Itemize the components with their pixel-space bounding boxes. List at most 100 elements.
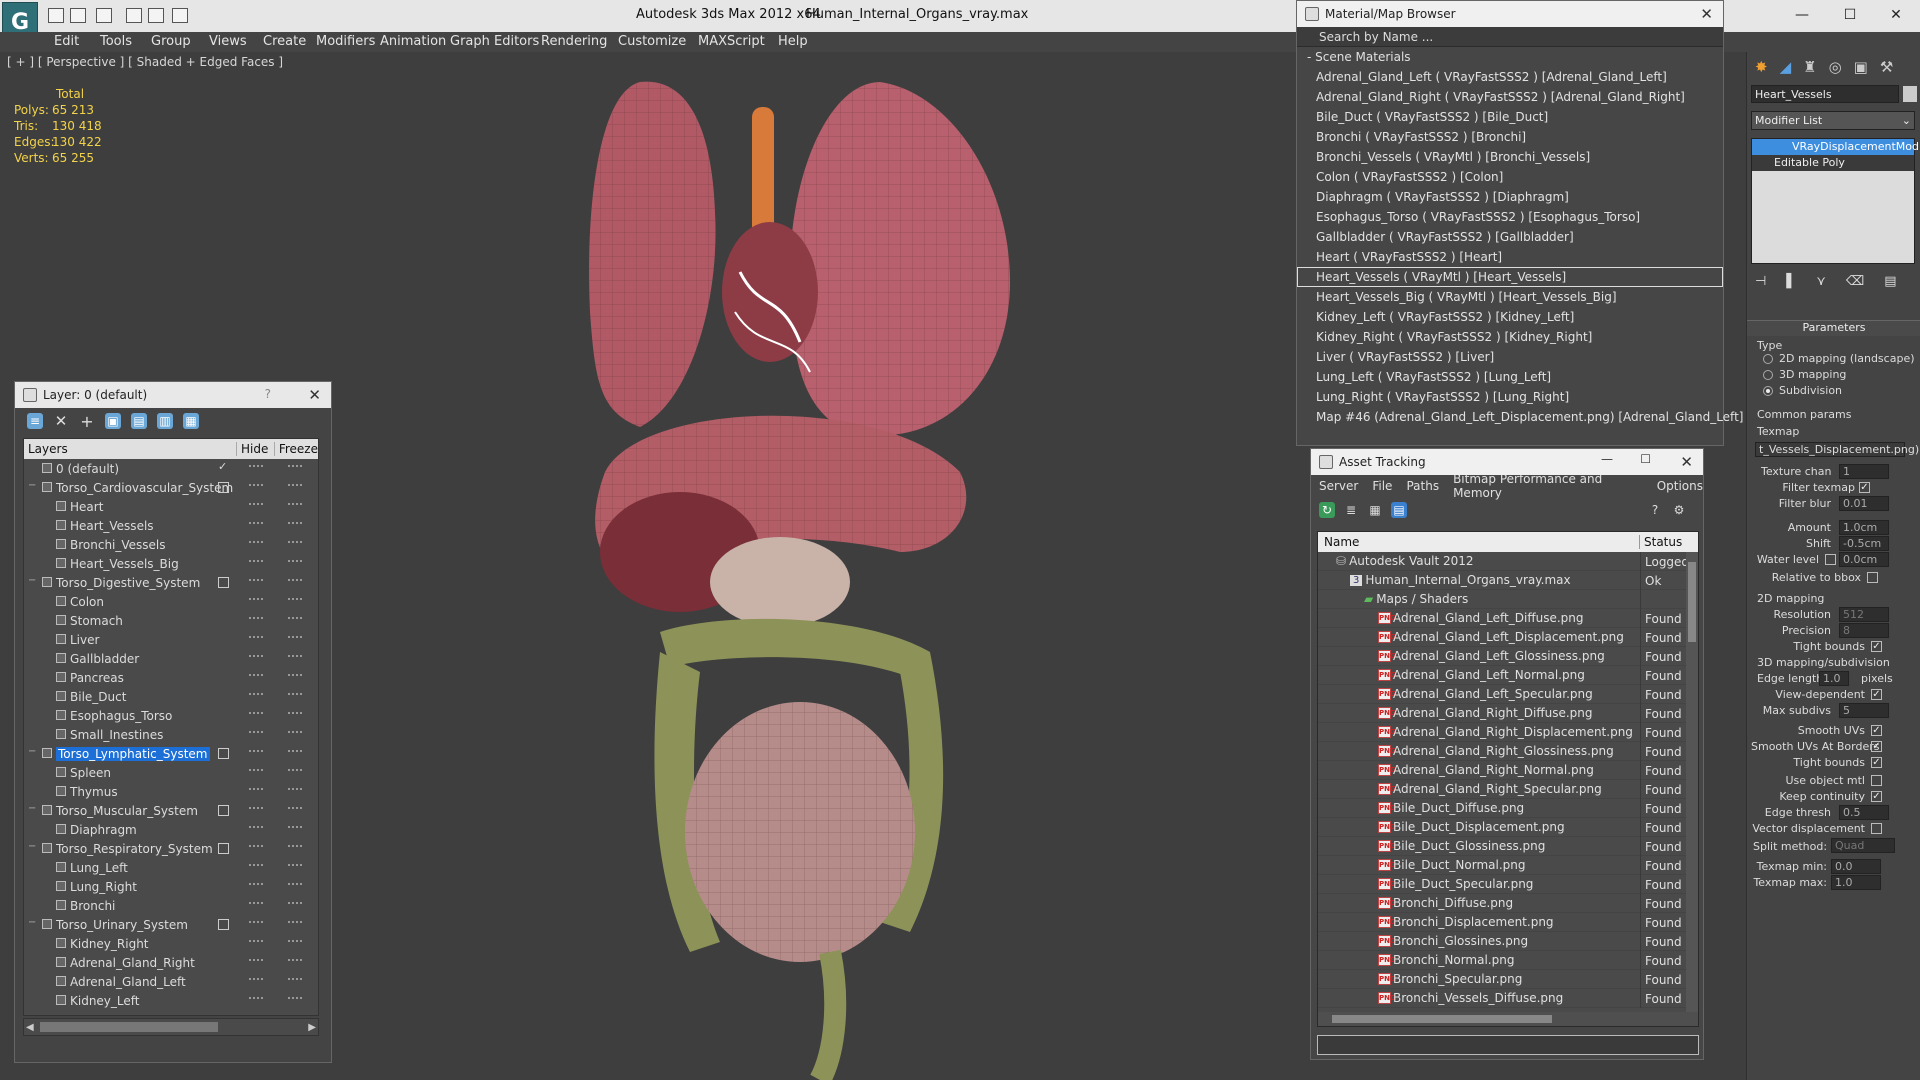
- layer-row[interactable]: Small_Inestines: [24, 725, 318, 744]
- menu-rendering[interactable]: Rendering: [541, 34, 607, 49]
- asset-row[interactable]: ▰ Maps / Shaders: [1318, 590, 1698, 609]
- asset-row[interactable]: PNG Adrenal_Gland_Left_Displacement.png Fo…: [1318, 628, 1698, 647]
- freeze-toggle[interactable]: [288, 731, 302, 733]
- save-file-icon[interactable]: [96, 8, 112, 23]
- layer-row[interactable]: 0 (default) ✓: [24, 459, 318, 478]
- menu-help[interactable]: Help: [778, 34, 808, 49]
- hide-all-layers-icon[interactable]: ▥: [157, 413, 173, 429]
- asset-row[interactable]: PNG Bronchi_Glossines.png Found: [1318, 932, 1698, 951]
- freeze-all-layers-icon[interactable]: ▦: [183, 413, 199, 429]
- freeze-toggle[interactable]: [288, 617, 302, 619]
- material-item[interactable]: Bronchi ( VRayFastSSS2 ) [Bronchi]: [1297, 127, 1723, 147]
- table-view-icon[interactable]: ▤: [1391, 502, 1407, 518]
- collapse-icon[interactable]: −: [28, 841, 36, 852]
- collapse-icon[interactable]: −: [28, 480, 36, 491]
- edge-thresh-spinner[interactable]: 0.5: [1839, 805, 1889, 820]
- layer-dialog-titlebar[interactable]: Layer: 0 (default) ? ✕: [15, 382, 331, 408]
- layer-row[interactable]: − Torso_Muscular_System: [24, 801, 318, 820]
- hide-toggle[interactable]: [249, 503, 263, 505]
- asset-row[interactable]: PNG Adrenal_Gland_Left_Glossiness.png Foun…: [1318, 647, 1698, 666]
- layer-row[interactable]: Diaphragm: [24, 820, 318, 839]
- show-end-result-icon[interactable]: ▌: [1786, 274, 1796, 289]
- radio-2d-mapping[interactable]: [1763, 354, 1773, 364]
- hide-toggle[interactable]: [249, 750, 263, 752]
- layer-row[interactable]: Adrenal_Gland_Left: [24, 972, 318, 991]
- list-view-icon[interactable]: ≣: [1343, 502, 1359, 518]
- maximize-icon[interactable]: ☐: [1828, 0, 1872, 30]
- asset-menu-server[interactable]: Server: [1319, 479, 1358, 493]
- col-freeze[interactable]: Freeze: [275, 442, 318, 456]
- filter-texmap-checkbox[interactable]: ✓: [1859, 482, 1870, 493]
- hide-toggle[interactable]: [249, 598, 263, 600]
- search-by-name-input[interactable]: Search by Name ...: [1297, 27, 1723, 47]
- material-browser-titlebar[interactable]: Material/Map Browser ✕: [1297, 1, 1723, 27]
- radio-subdivision[interactable]: [1763, 386, 1773, 396]
- freeze-toggle[interactable]: [288, 503, 302, 505]
- freeze-toggle[interactable]: [288, 864, 302, 866]
- asset-tracking-titlebar[interactable]: Asset Tracking — ☐ ✕: [1311, 449, 1703, 475]
- maximize-icon[interactable]: ☐: [1640, 452, 1651, 466]
- display-tab-icon[interactable]: ▣: [1854, 58, 1868, 76]
- set-current-layer-box[interactable]: [218, 482, 229, 493]
- set-current-layer-box[interactable]: [218, 748, 229, 759]
- texture-chan-spinner[interactable]: 1: [1839, 464, 1889, 479]
- layer-row[interactable]: Colon: [24, 592, 318, 611]
- asset-row[interactable]: PNG Bile_Duct_Normal.png Found: [1318, 856, 1698, 875]
- create-tab-icon[interactable]: ✸: [1755, 58, 1768, 76]
- layer-row[interactable]: − Torso_Respiratory_System: [24, 839, 318, 858]
- menu-group[interactable]: Group: [151, 34, 191, 49]
- hide-toggle[interactable]: [249, 712, 263, 714]
- hide-toggle[interactable]: [249, 978, 263, 980]
- asset-row[interactable]: PNG Bronchi_Displacement.png Found: [1318, 913, 1698, 932]
- set-current-layer-box[interactable]: [218, 805, 229, 816]
- precision-spinner[interactable]: 8: [1839, 623, 1889, 638]
- scroll-right-icon[interactable]: ▶: [308, 1022, 316, 1033]
- hide-toggle[interactable]: [249, 693, 263, 695]
- hide-toggle[interactable]: [249, 959, 263, 961]
- material-item[interactable]: Diaphragm ( VRayFastSSS2 ) [Diaphragm]: [1297, 187, 1723, 207]
- asset-row[interactable]: 3 Human_Internal_Organs_vray.max Ok: [1318, 571, 1698, 590]
- asset-row[interactable]: PNG Bronchi_Normal.png Found: [1318, 951, 1698, 970]
- asset-menu-paths[interactable]: Paths: [1406, 479, 1439, 493]
- hide-toggle[interactable]: [249, 788, 263, 790]
- freeze-toggle[interactable]: [288, 978, 302, 980]
- layer-row[interactable]: Spleen: [24, 763, 318, 782]
- freeze-toggle[interactable]: [288, 845, 302, 847]
- layer-row[interactable]: Heart_Vessels_Big: [24, 554, 318, 573]
- layer-row[interactable]: Thymus: [24, 782, 318, 801]
- layer-row[interactable]: Esophagus_Torso: [24, 706, 318, 725]
- max-subdivs-spinner[interactable]: 5: [1839, 703, 1889, 718]
- layer-list[interactable]: Layers Hide Freeze 0 (default) ✓ − Torso_Ca…: [23, 438, 319, 1016]
- object-name-field[interactable]: Heart_Vessels: [1751, 85, 1899, 103]
- col-status[interactable]: Status: [1640, 535, 1682, 549]
- hide-toggle[interactable]: [249, 617, 263, 619]
- material-item[interactable]: Liver ( VRayFastSSS2 ) [Liver]: [1297, 347, 1723, 367]
- close-icon[interactable]: ✕: [1680, 453, 1693, 471]
- layer-row[interactable]: Lung_Left: [24, 858, 318, 877]
- col-layers[interactable]: Layers: [24, 442, 237, 456]
- asset-row[interactable]: PNG Bile_Duct_Diffuse.png Found: [1318, 799, 1698, 818]
- object-color-swatch[interactable]: [1903, 86, 1917, 102]
- freeze-toggle[interactable]: [288, 560, 302, 562]
- menu-maxscript[interactable]: MAXScript: [698, 34, 765, 49]
- pin-stack-icon[interactable]: ⊣: [1755, 274, 1766, 289]
- keep-continuity-checkbox[interactable]: ✓: [1871, 791, 1882, 802]
- remove-modifier-icon[interactable]: ⌫: [1846, 274, 1864, 289]
- layer-row[interactable]: Bronchi_Vessels: [24, 535, 318, 554]
- layer-row[interactable]: Bronchi: [24, 896, 318, 915]
- modifier-list-dropdown[interactable]: Modifier List ⌄: [1751, 111, 1915, 130]
- help-button[interactable]: ?: [265, 387, 271, 401]
- layer-row[interactable]: − Torso_Digestive_System: [24, 573, 318, 592]
- asset-table[interactable]: Name Status ⛁ Autodesk Vault 2012 Logged O…: [1317, 531, 1699, 1027]
- utilities-tab-icon[interactable]: ⚒: [1880, 58, 1893, 76]
- freeze-toggle[interactable]: [288, 693, 302, 695]
- layer-row[interactable]: Kidney_Left: [24, 991, 318, 1010]
- current-layer-check-icon[interactable]: ✓: [218, 460, 229, 473]
- make-unique-icon[interactable]: ⋎: [1816, 274, 1826, 289]
- asset-row[interactable]: PNG Bronchi_Diffuse.png Found: [1318, 894, 1698, 913]
- freeze-toggle[interactable]: [288, 902, 302, 904]
- hide-toggle[interactable]: [249, 636, 263, 638]
- hierarchy-tab-icon[interactable]: ♜: [1803, 58, 1816, 76]
- material-item[interactable]: Bile_Duct ( VRayFastSSS2 ) [Bile_Duct]: [1297, 107, 1723, 127]
- freeze-toggle[interactable]: [288, 788, 302, 790]
